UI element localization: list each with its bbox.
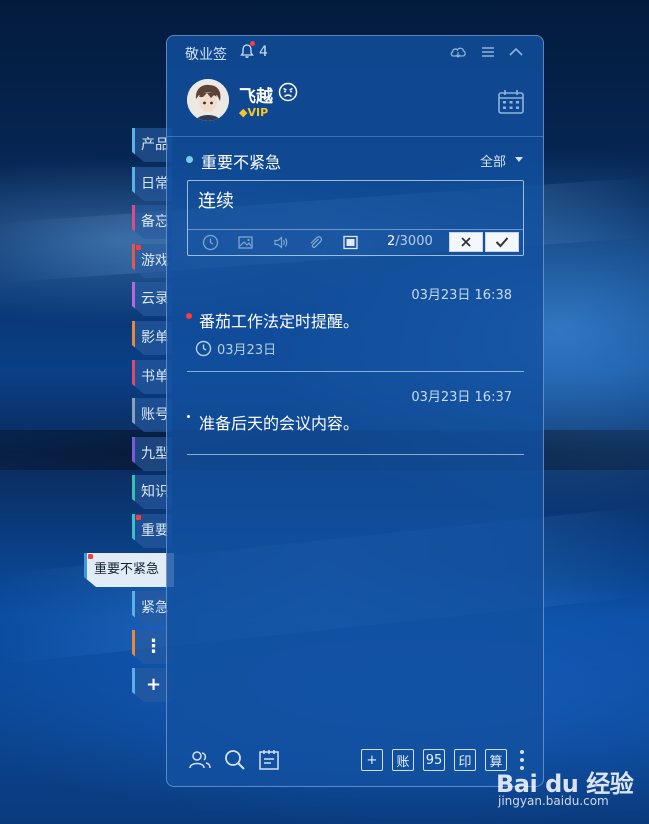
bottom-toolbar: + 账 95 印 算 — [167, 736, 543, 786]
note-editor[interactable]: 连续 2/3000 — [187, 180, 524, 256]
side-tab-label: 知识 — [141, 484, 169, 500]
side-tab-label: 日常 — [141, 176, 169, 192]
note-panel: 敬业签 4 飞越 ◆VIP 重要不紧急 全部 连续 2/3000 03月23日 … — [166, 35, 544, 787]
avatar[interactable] — [187, 79, 229, 121]
side-tab-label: 九型 — [141, 446, 169, 462]
watermark-url: jingyan.baidu.com — [498, 794, 609, 808]
ledger-button[interactable]: 账 — [392, 749, 414, 771]
clock-icon — [195, 340, 212, 357]
note-bullet — [186, 313, 192, 319]
note-timestamp: 03月23日 16:37 — [411, 390, 512, 405]
app-name: 敬业签 — [185, 47, 227, 63]
category-header: 重要不紧急 全部 — [167, 148, 543, 172]
category-title: 重要不紧急 — [201, 153, 282, 172]
note-timestamp: 03月23日 16:38 — [411, 288, 512, 303]
vip-badge: ◆VIP — [239, 106, 269, 119]
clock-icon[interactable] — [202, 234, 219, 251]
side-tab-label: 账号 — [141, 407, 169, 423]
char-counter: 2/3000 — [387, 234, 433, 249]
search-icon[interactable] — [223, 748, 247, 772]
filter-dropdown[interactable]: 全部 — [480, 151, 506, 170]
speaker-icon[interactable] — [272, 234, 289, 251]
unread-dot — [136, 245, 141, 250]
category-color-dot — [186, 156, 193, 163]
confirm-button[interactable] — [485, 232, 519, 252]
caret-down-icon[interactable] — [515, 157, 523, 162]
reminder-date: 03月23日 — [217, 343, 277, 358]
editor-toolbar: 2/3000 — [188, 229, 523, 255]
color-block-icon[interactable] — [342, 234, 359, 251]
contacts-icon[interactable] — [188, 748, 212, 772]
side-tab-label: 重要不紧急 — [94, 562, 160, 577]
side-tab-label: 产品 — [141, 137, 169, 153]
user-row: 飞越 ◆VIP — [167, 68, 543, 137]
note-input[interactable]: 连续 — [198, 187, 234, 213]
notification-count: 4 — [259, 44, 268, 60]
side-tab-active[interactable]: 重要不紧急 — [84, 553, 174, 587]
side-tab-label: 书单 — [141, 369, 169, 385]
unread-dot — [136, 515, 141, 520]
note-bullet — [187, 415, 190, 418]
check-icon — [495, 237, 509, 248]
cloud-sync-icon[interactable] — [449, 44, 467, 60]
note-item[interactable]: 03月23日 16:38 番茄工作法定时提醒。 03月23日 — [186, 284, 524, 372]
side-tab-label: 备忘 — [141, 214, 169, 230]
side-tab-label: 重要 — [141, 523, 169, 539]
notification-dot — [250, 41, 255, 46]
cancel-button[interactable] — [449, 232, 483, 252]
unread-dot — [88, 554, 93, 559]
notepad-icon[interactable] — [257, 748, 281, 772]
note-text: 番茄工作法定时提醒。 — [199, 312, 360, 331]
note-item[interactable]: 03月23日 16:37 准备后天的会议内容。 — [187, 386, 524, 455]
calendar-icon[interactable] — [497, 88, 525, 116]
side-tab-label: 紧急 — [141, 600, 169, 616]
baidu-watermark: Bai du 经验 jingyan.baidu.com — [496, 764, 634, 808]
stamp-button[interactable]: 印 — [454, 749, 476, 771]
side-tab-label: 游戏 — [141, 253, 169, 269]
close-icon — [461, 237, 471, 247]
image-icon[interactable] — [237, 234, 254, 251]
title-bar[interactable]: 敬业签 4 — [167, 36, 543, 68]
side-tab-label: 云录 — [141, 291, 169, 307]
note-text: 准备后天的会议内容。 — [199, 414, 360, 433]
menu-icon[interactable] — [479, 44, 497, 60]
side-tab-label: 影单 — [141, 330, 169, 346]
avatar-image — [187, 79, 229, 121]
add-note-button[interactable]: + — [361, 749, 383, 771]
note-reminder[interactable]: 03月23日 — [195, 339, 276, 358]
username: 飞越 — [239, 87, 273, 107]
counter-button[interactable]: 95 — [423, 749, 445, 771]
collapse-icon[interactable] — [507, 44, 525, 60]
attachment-icon[interactable] — [307, 234, 324, 251]
angry-face-icon[interactable] — [278, 82, 298, 102]
